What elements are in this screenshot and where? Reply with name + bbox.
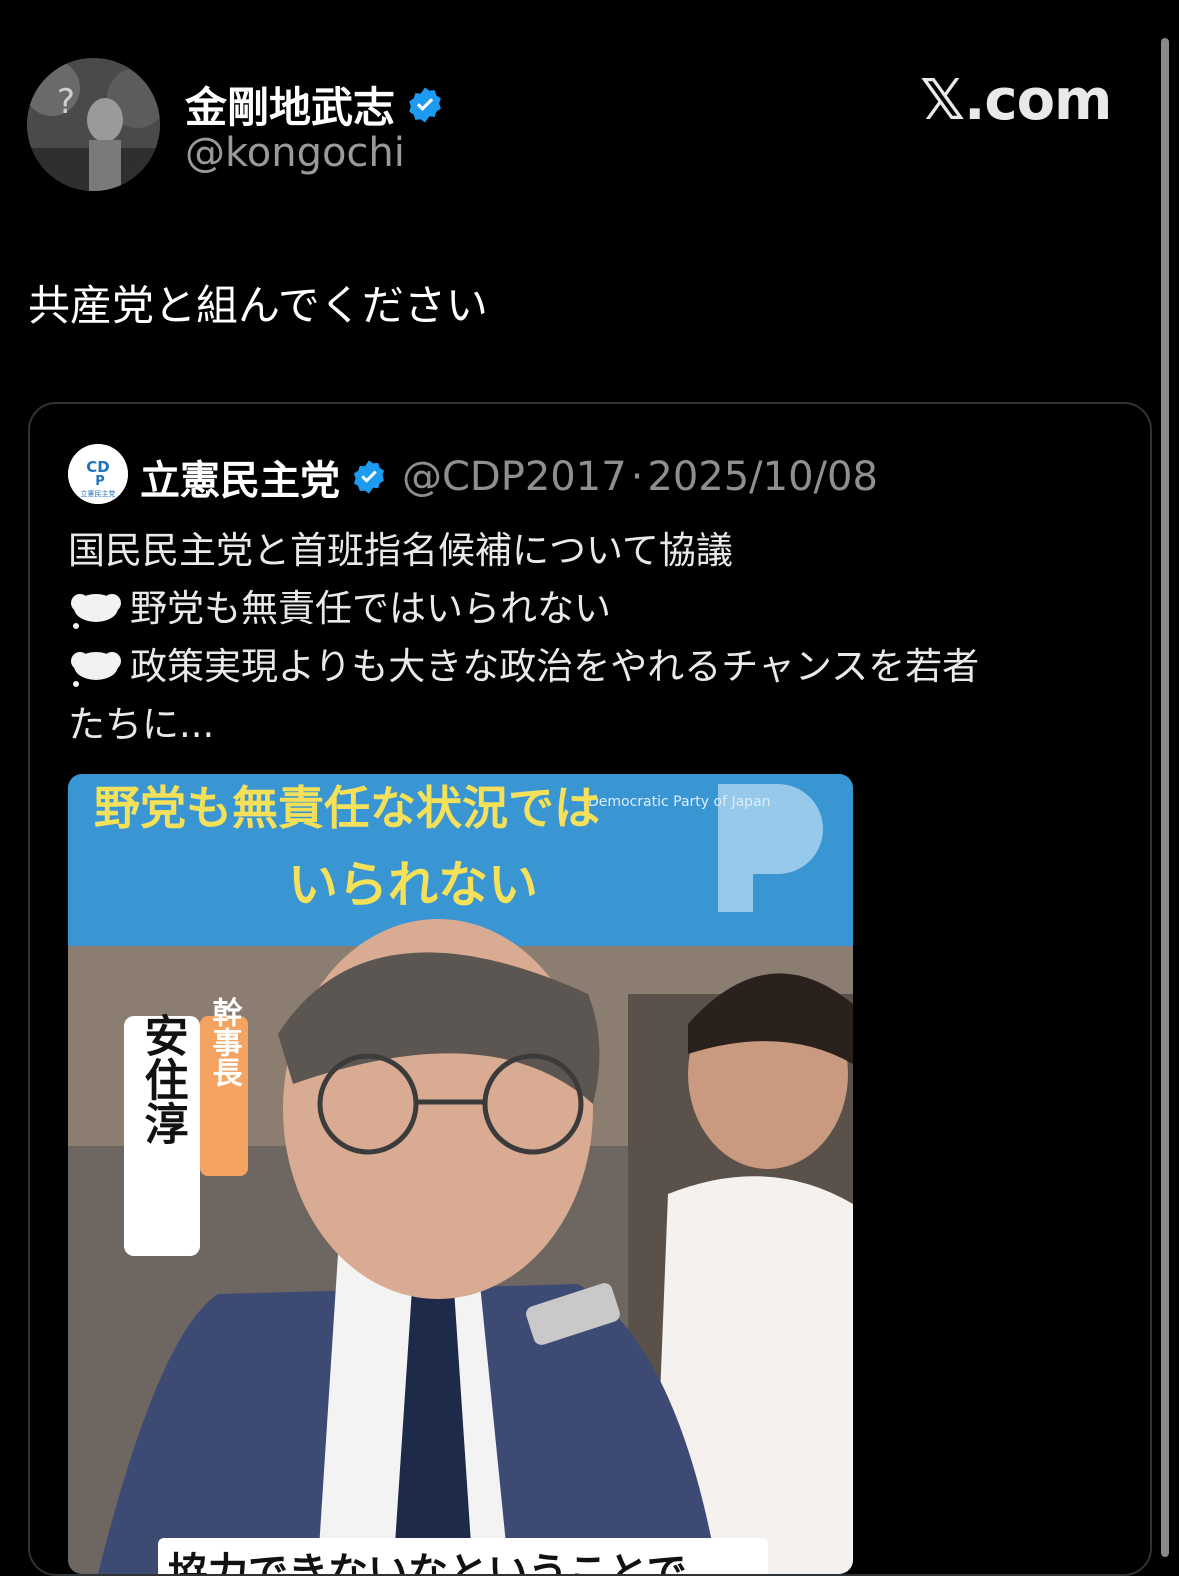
- x-com-logo[interactable]: 𝕏.com: [920, 68, 1112, 133]
- quoted-author-handle[interactable]: @CDP2017: [402, 454, 627, 500]
- quoted-avatar-text-mid: P: [95, 474, 105, 489]
- author-handle[interactable]: @kongochi: [185, 130, 405, 176]
- quoted-line-4: たちに...: [68, 703, 215, 746]
- quoted-line-3-text: 政策実現よりも大きな政治をやれるチャンスを若者: [130, 645, 980, 688]
- author-name[interactable]: 金剛地武志: [185, 74, 395, 135]
- media-headline-2: いられない: [288, 856, 538, 914]
- thought-bubble-icon: [68, 589, 124, 629]
- quoted-line-2: 野党も無責任ではいられない: [68, 580, 1128, 638]
- quoted-author-avatar[interactable]: CD P 立憲民主党: [68, 444, 128, 504]
- thought-bubble-icon: [68, 647, 124, 687]
- verified-badge-icon: [405, 85, 445, 125]
- author-avatar[interactable]: ?: [27, 58, 160, 191]
- quoted-line-2-text: 野党も無責任ではいられない: [130, 587, 611, 630]
- quoted-tweet-card[interactable]: CD P 立憲民主党 立憲民主党 @CDP2017 · 2025/10/08 国…: [28, 402, 1152, 1576]
- media-caption: 協力できないなということで: [168, 1550, 687, 1574]
- media-headline-1: 野党も無責任な状況では: [94, 781, 600, 835]
- author-name-row[interactable]: 金剛地武志: [185, 74, 445, 135]
- quoted-date[interactable]: 2025/10/08: [647, 454, 878, 500]
- media-person-name: 安住淳: [137, 1013, 189, 1145]
- scrollbar[interactable]: [1161, 38, 1169, 1557]
- tweet-text: 共産党と組んでください: [28, 281, 488, 330]
- quoted-text: 国民民主党と首班指名候補について協議 野党も無責任ではいられない 政策実現よりも…: [68, 522, 1128, 754]
- quoted-line-3: 政策実現よりも大きな政治をやれるチャンスを若者: [68, 638, 1128, 696]
- media-title-tag: 幹事長: [207, 996, 243, 1088]
- quoted-avatar-text-bottom: 立憲民主党: [81, 489, 116, 498]
- media-bg-text: Democratic Party of Japan: [588, 794, 771, 810]
- quoted-media-video[interactable]: Democratic Party of Japan 野党も無責任な状況では いら…: [68, 774, 853, 1574]
- quoted-line-1: 国民民主党と首班指名候補について協議: [68, 529, 733, 572]
- quoted-header: 立憲民主党 @CDP2017 · 2025/10/08: [140, 448, 878, 506]
- quoted-author-name[interactable]: 立憲民主党: [140, 448, 340, 506]
- meta-separator: ·: [630, 454, 644, 500]
- verified-badge-icon: [350, 458, 388, 496]
- svg-text:?: ?: [57, 82, 75, 122]
